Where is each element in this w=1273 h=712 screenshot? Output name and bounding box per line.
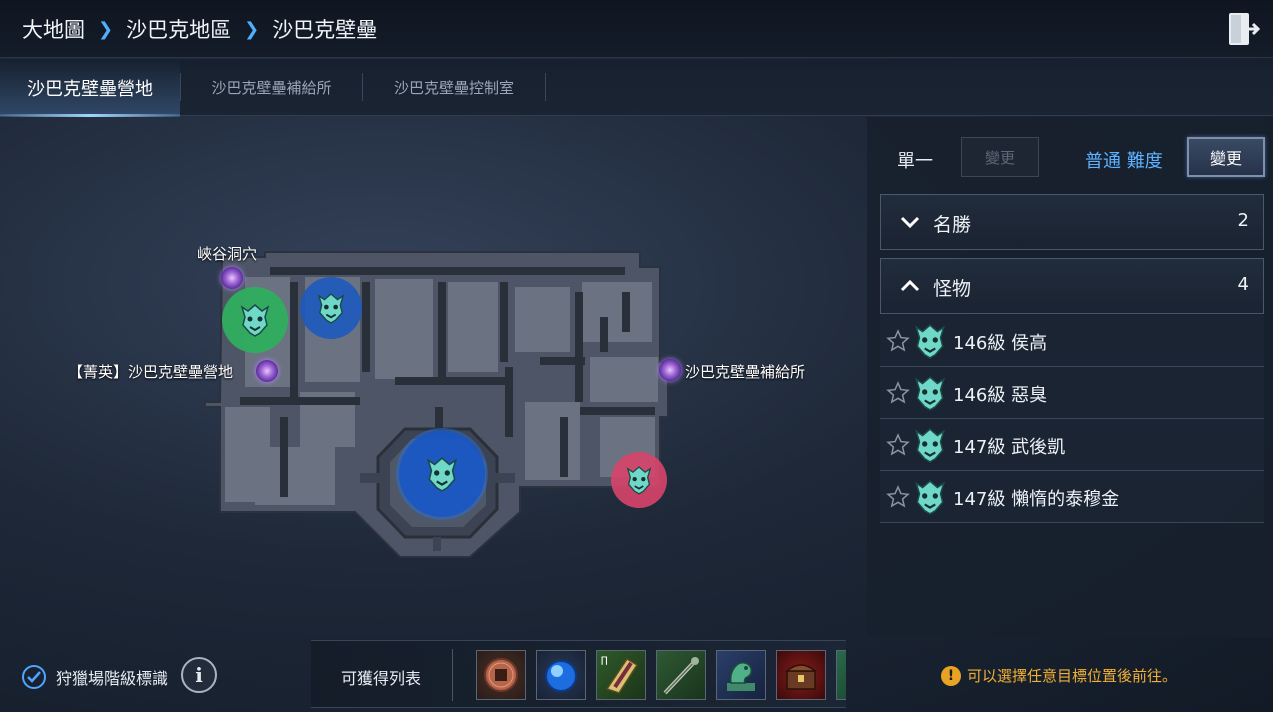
treasure-chest-icon[interactable] [776, 650, 826, 700]
monster-row[interactable]: 146級 惡臭 [880, 367, 1264, 419]
monster-head-icon [914, 376, 946, 411]
star-icon[interactable] [886, 485, 910, 509]
mode-row: 單一 變更 普通 難度 變更 [867, 137, 1273, 179]
monster-row[interactable]: 147級 懶惰的泰穆金 [880, 471, 1264, 523]
section-label: 怪物 [933, 278, 972, 300]
info-panel: 單一 變更 普通 難度 變更 名勝 2 怪物 4 146級 侯高 146級 惡臭… [867, 117, 1273, 637]
breadcrumb-current: 沙巴克壁壘 [272, 18, 378, 42]
star-icon[interactable] [886, 433, 910, 457]
tab-bar: 沙巴克壁壘營地 沙巴克壁壘補給所 沙巴克壁壘控制室 [0, 59, 1273, 117]
section-count: 4 [1237, 274, 1249, 295]
chevron-up-icon [900, 279, 920, 292]
top-bar: 大地圖 ❯ 沙巴克地區 ❯ 沙巴克壁壘 [0, 0, 1273, 58]
monster-label: 146級 侯高 [953, 333, 1048, 354]
section-monsters[interactable]: 怪物 4 [880, 258, 1264, 314]
tab-control-room[interactable]: 沙巴克壁壘控制室 [363, 59, 545, 116]
monster-marker-red[interactable] [611, 452, 667, 508]
monster-row[interactable]: 146級 侯高 [880, 315, 1264, 367]
map-label-elite-camp[interactable]: 【菁英】沙巴克壁壘營地 [68, 361, 233, 382]
monster-marker-green[interactable] [222, 287, 288, 353]
monster-head-icon [626, 466, 652, 495]
map-area[interactable]: 峽谷洞穴 【菁英】沙巴克壁壘營地 沙巴克壁壘補給所 [0, 117, 866, 637]
monster-head-icon [240, 304, 270, 337]
monster-row[interactable]: 147級 武後凱 [880, 419, 1264, 471]
checkmark-icon [27, 671, 41, 683]
mode-label: 單一 [897, 151, 933, 172]
chevron-right-icon: ❯ [244, 18, 260, 40]
monster-head-icon [914, 480, 946, 515]
blue-orb-icon[interactable] [536, 650, 586, 700]
section-count: 2 [1237, 210, 1249, 231]
warning-icon: ! [941, 665, 961, 686]
monster-head-icon [426, 457, 458, 492]
chevron-right-icon: ❯ [98, 18, 114, 40]
coin-icon[interactable] [476, 650, 526, 700]
portal-icon[interactable] [256, 360, 278, 382]
section-label: 名勝 [933, 214, 972, 236]
hunt-grade-checkbox[interactable] [22, 665, 46, 689]
monster-label: 147級 武後凱 [953, 437, 1066, 458]
drops-divider [452, 649, 453, 701]
monster-head-icon [914, 428, 946, 463]
star-icon[interactable] [886, 329, 910, 353]
map-label-canyon-cave[interactable]: 峽谷洞穴 [197, 243, 257, 264]
chevron-down-icon [900, 216, 920, 229]
svg-text:∏: ∏ [601, 656, 608, 666]
bottom-bar: 狩獵場階級標識 i 可獲得列表 ∏ ! 可以選擇任意目標位置後前往。 [0, 637, 1273, 712]
armor-icon[interactable]: ∏ [596, 650, 646, 700]
map-label-supply[interactable]: 沙巴克壁壘補給所 [685, 361, 805, 382]
drops-label: 可獲得列表 [341, 669, 422, 688]
staff-icon[interactable] [656, 650, 706, 700]
tab-supply[interactable]: 沙巴克壁壘補給所 [181, 59, 362, 116]
breadcrumb: 大地圖 ❯ 沙巴克地區 ❯ 沙巴克壁壘 [22, 14, 377, 44]
hint: ! 可以選擇任意目標位置後前往。 [941, 665, 1177, 686]
jade-dragon-icon[interactable] [716, 650, 766, 700]
monster-marker-blue-boss[interactable] [399, 431, 485, 517]
tab-divider [545, 73, 546, 101]
exit-icon [1229, 13, 1261, 45]
star-icon[interactable] [886, 381, 910, 405]
portal-icon[interactable] [659, 359, 681, 381]
difficulty-change-button[interactable]: 變更 [1187, 137, 1265, 177]
tab-camp[interactable]: 沙巴克壁壘營地 [0, 59, 180, 117]
drops-strip: 可獲得列表 ∏ [311, 640, 846, 708]
portal-icon[interactable] [221, 267, 243, 289]
breadcrumb-region[interactable]: 沙巴克地區 [126, 14, 231, 44]
difficulty-label: 普通 難度 [1085, 151, 1163, 172]
info-icon[interactable]: i [181, 657, 217, 693]
breadcrumb-world-map[interactable]: 大地圖 [22, 14, 85, 44]
monster-head-icon [317, 293, 345, 324]
mode-change-button[interactable]: 變更 [961, 137, 1039, 177]
item-icon[interactable] [836, 650, 846, 700]
section-landmarks[interactable]: 名勝 2 [880, 194, 1264, 250]
monster-head-icon [914, 324, 946, 359]
hunt-grade-label[interactable]: 狩獵場階級標識 [56, 665, 168, 689]
hint-text: 可以選擇任意目標位置後前往。 [967, 667, 1178, 685]
monster-marker-blue[interactable] [300, 277, 362, 339]
monster-label: 147級 懶惰的泰穆金 [953, 489, 1120, 510]
exit-button[interactable] [1227, 10, 1261, 48]
monster-label: 146級 惡臭 [953, 385, 1048, 406]
